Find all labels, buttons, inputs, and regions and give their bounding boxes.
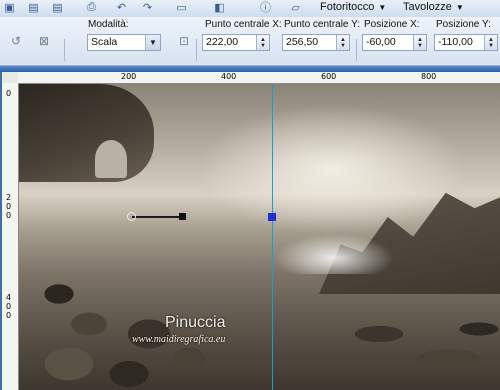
image-canvas[interactable]: Pinuccia www.maidiregrafica.eu xyxy=(19,84,500,390)
deform-icon[interactable]: ⊠ xyxy=(36,33,52,49)
center-y-label: Punto centrale Y: xyxy=(284,19,360,30)
ruler-label: 200 xyxy=(121,72,137,81)
image-icon[interactable]: ◧ xyxy=(212,0,227,14)
vertical-ruler: 0 2 0 0 4 0 0 xyxy=(2,83,19,390)
menu-tavolozze-label: Tavolozze xyxy=(403,1,452,13)
ruler-label: 0 xyxy=(6,302,12,311)
menu-tavolozze[interactable]: Tavolozze ▼ xyxy=(403,1,464,13)
spinner-arrows-icon[interactable]: ▲ ▼ xyxy=(336,35,349,50)
menu-fotoritocco[interactable]: Fotoritocco ▼ xyxy=(320,1,386,13)
mode-select-value: Scala xyxy=(91,36,118,48)
rotation-handle-line[interactable] xyxy=(132,216,184,218)
sea-cliff xyxy=(19,84,154,182)
ruler-label: 800 xyxy=(421,72,437,81)
ruler-label: 2 xyxy=(6,193,12,202)
ruler-label: 600 xyxy=(321,72,337,81)
pos-x-field[interactable]: -60,00 ▲ ▼ xyxy=(362,34,427,51)
reset-icon[interactable]: ↺ xyxy=(8,33,24,49)
ruler-label: 0 xyxy=(6,311,12,320)
spinner-arrows-icon[interactable]: ▲ ▼ xyxy=(413,35,426,50)
save-all-icon[interactable]: ▤ xyxy=(50,0,65,14)
rock-arch xyxy=(95,140,127,178)
ruler-label: 0 xyxy=(6,211,12,220)
watermark-name: Pinuccia xyxy=(165,314,226,331)
ruler-label: 0 xyxy=(6,202,12,211)
center-x-field[interactable]: 222,00 ▲ ▼ xyxy=(202,34,270,51)
chevron-down-icon: ▼ xyxy=(378,3,387,12)
chevron-down-icon[interactable]: ▼ xyxy=(145,35,160,50)
image-window: 200 400 600 800 0 2 0 0 4 0 0 Pinuccia w… xyxy=(0,66,500,390)
undo-icon[interactable]: ↶ xyxy=(114,0,129,14)
info-icon[interactable]: ⓘ xyxy=(258,0,273,14)
folder-icon[interactable]: ▣ xyxy=(2,0,17,14)
main-toolbar: ▣ ▤ ▤ ⎙ ↶ ↷ ▭ ◧ ⓘ ▱ Fotoritocco ▼ Tavoloz… xyxy=(0,0,500,18)
horizontal-ruler: 200 400 600 800 xyxy=(18,72,500,84)
mode-label: Modalità: xyxy=(88,19,129,30)
center-x-label: Punto centrale X: xyxy=(205,19,282,30)
tool-options-bar: ↺ ⊠ Modalità: Scala ▼ ⊡ Punto centrale X… xyxy=(0,17,500,66)
ruler-label: 0 xyxy=(6,89,12,98)
foreground-rocks xyxy=(19,274,219,390)
watermark-url: www.maidiregrafica.eu xyxy=(132,334,226,345)
center-x-value: 222,00 xyxy=(206,36,239,48)
shore-rocks xyxy=(339,314,500,390)
pos-x-label: Posizione X: xyxy=(364,19,420,30)
pick-center-pin[interactable] xyxy=(268,213,276,221)
ruler-label: 4 xyxy=(6,293,12,302)
spinner-arrows-icon[interactable]: ▲ ▼ xyxy=(256,35,269,50)
ruler-corner xyxy=(2,72,18,83)
grid-icon[interactable]: ⊡ xyxy=(176,33,192,49)
rotation-handle-icon[interactable] xyxy=(127,212,136,221)
save-icon[interactable]: ▤ xyxy=(26,0,41,14)
eraser-icon[interactable]: ▱ xyxy=(288,0,303,14)
divider xyxy=(64,39,65,61)
pos-y-value: -110,00 xyxy=(438,36,473,48)
pos-y-label: Posizione Y: xyxy=(436,19,491,30)
print-icon[interactable]: ⎙ xyxy=(84,0,99,14)
ruler-label: 400 xyxy=(221,72,237,81)
redo-icon[interactable]: ↷ xyxy=(140,0,155,14)
rotation-handle-end[interactable] xyxy=(179,213,186,220)
pos-y-field[interactable]: -110,00 ▲ ▼ xyxy=(434,34,498,51)
chevron-down-icon: ▼ xyxy=(455,3,464,12)
center-y-field[interactable]: 256,50 ▲ ▼ xyxy=(282,34,350,51)
copy-icon[interactable]: ▭ xyxy=(174,0,189,14)
vertical-guide[interactable] xyxy=(272,84,273,390)
menu-fotoritocco-label: Fotoritocco xyxy=(320,1,375,13)
center-y-value: 256,50 xyxy=(286,36,319,48)
pos-x-value: -60,00 xyxy=(366,36,396,48)
divider xyxy=(196,39,197,61)
spinner-arrows-icon[interactable]: ▲ ▼ xyxy=(484,35,497,50)
mode-select[interactable]: Scala ▼ xyxy=(87,34,161,51)
divider xyxy=(356,39,357,61)
waves xyxy=(274,234,394,274)
